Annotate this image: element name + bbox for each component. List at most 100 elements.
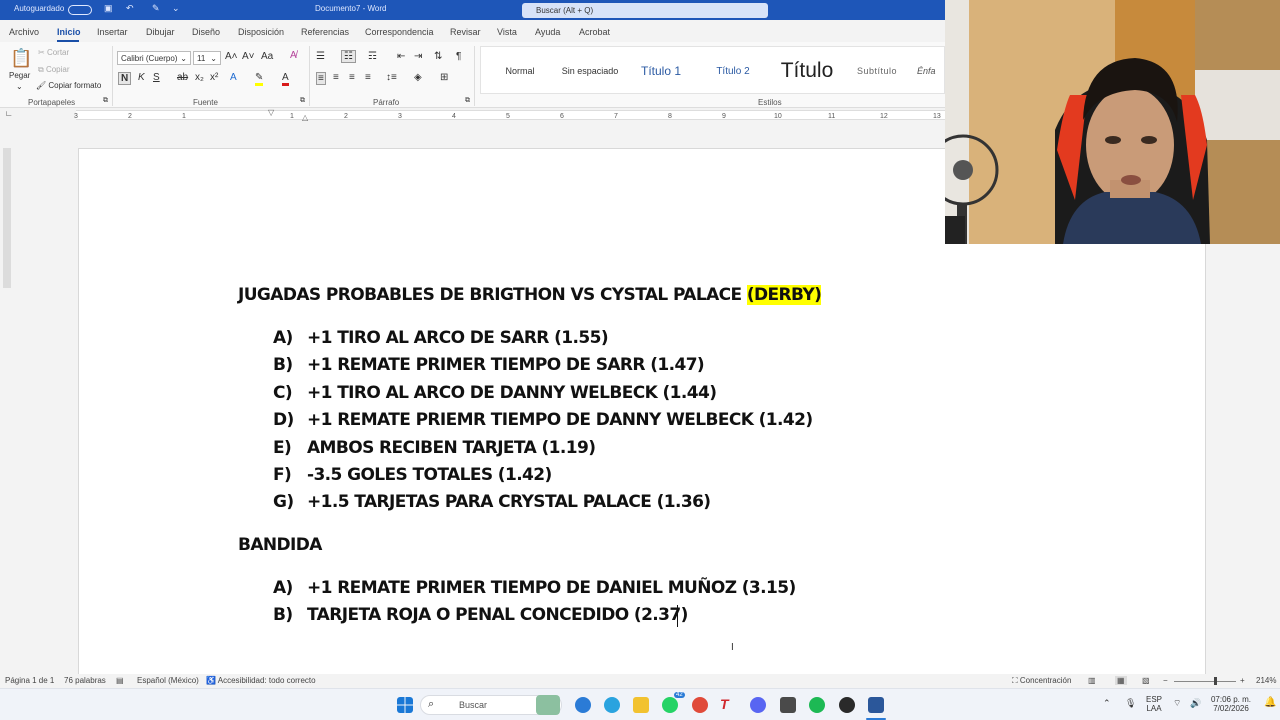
show-hidden-icons[interactable]: ⌃	[1103, 698, 1111, 709]
read-mode-icon[interactable]: ▥	[1088, 676, 1096, 685]
list-item[interactable]: A)	[273, 328, 293, 348]
paste-dropdown-icon[interactable]: ⌄	[16, 82, 23, 91]
paragraph-launcher-icon[interactable]: ⧉	[465, 97, 470, 105]
list-item[interactable]: B)	[273, 355, 293, 375]
tab-correspondencia[interactable]: Correspondencia	[365, 27, 434, 37]
paste-button[interactable]: Pegar	[9, 71, 30, 80]
bullets-icon[interactable]: ☰	[316, 51, 325, 62]
discord-icon[interactable]	[750, 697, 766, 713]
font-launcher-icon[interactable]: ⧉	[300, 97, 305, 105]
tab-ayuda[interactable]: Ayuda	[535, 27, 560, 37]
italic-icon[interactable]: K	[138, 72, 145, 83]
line-spacing-icon[interactable]: ↕≡	[386, 72, 397, 83]
tab-archivo[interactable]: Archivo	[9, 27, 39, 37]
subscript-icon[interactable]: x₂	[195, 72, 204, 83]
list-item[interactable]: F)	[273, 465, 292, 485]
accessibility-status[interactable]: ♿ Accesibilidad: todo correcto	[206, 676, 316, 685]
change-case-icon[interactable]: Aa	[261, 51, 273, 62]
tab-referencias[interactable]: Referencias	[301, 27, 349, 37]
increase-indent-icon[interactable]: ⇥	[414, 51, 422, 62]
chrome-icon[interactable]	[692, 697, 708, 713]
zoom-out-icon[interactable]: −	[1163, 676, 1168, 685]
highlight-icon[interactable]: ✎	[255, 72, 264, 86]
list-item-text[interactable]: +1 REMATE PRIMER TIEMPO DE SARR (1.47)	[307, 355, 705, 375]
justify-icon[interactable]: ≡	[365, 72, 371, 83]
list-item-text[interactable]: AMBOS RECIBEN TARJETA (1.19)	[307, 438, 596, 458]
style-normal[interactable]: Normal	[495, 55, 545, 87]
tab-acrobat[interactable]: Acrobat	[579, 27, 610, 37]
word-icon[interactable]	[868, 697, 884, 713]
notification-icon[interactable]: 🔔	[1264, 697, 1276, 708]
language-indicator[interactable]: ESP LAA	[1143, 695, 1165, 713]
pen-icon[interactable]: ✎	[152, 3, 160, 14]
shrink-font-icon[interactable]: A˅	[242, 51, 255, 62]
style-emphasis[interactable]: Énfa	[917, 55, 945, 87]
word-count-status[interactable]: 76 palabras	[64, 676, 106, 685]
section-heading[interactable]: BANDIDA	[238, 535, 322, 555]
document-heading[interactable]: JUGADAS PROBABLES DE BRIGTHON VS CYSTAL …	[238, 285, 822, 305]
print-layout-icon[interactable]: ▦	[1115, 676, 1127, 685]
tab-selector-icon[interactable]: ∟	[5, 109, 13, 118]
whatsapp-icon[interactable]	[662, 697, 678, 713]
numbering-icon[interactable]: ☷	[341, 50, 356, 63]
save-icon[interactable]: ▣	[104, 3, 113, 14]
cut-button[interactable]: ✂ Cortar	[38, 48, 69, 57]
calculator-icon[interactable]	[780, 697, 796, 713]
format-painter-button[interactable]: 🖌 Copiar formato	[36, 81, 101, 90]
font-size-select[interactable]: 11 ⌄	[193, 51, 221, 65]
page-count-status[interactable]: Página 1 de 1	[5, 676, 54, 685]
clipboard-launcher-icon[interactable]: ⧉	[103, 97, 108, 105]
autosave-toggle[interactable]	[68, 5, 92, 15]
telegram-icon[interactable]	[604, 697, 620, 713]
widget-icon[interactable]	[536, 695, 560, 715]
list-item[interactable]: G)	[273, 492, 294, 512]
shading-icon[interactable]: ◈	[414, 72, 422, 83]
web-layout-icon[interactable]: ▧	[1142, 676, 1150, 685]
grow-font-icon[interactable]: A˄	[225, 51, 238, 62]
obs-icon[interactable]	[839, 697, 855, 713]
list-item-text[interactable]: TARJETA ROJA O PENAL CONCEDIDO (2.37)	[307, 605, 688, 625]
align-center-icon[interactable]: ≡	[333, 72, 339, 83]
clock[interactable]: 07:06 p. m. 7/02/2026	[1206, 695, 1256, 713]
zoom-level[interactable]: 214%	[1256, 676, 1276, 685]
tab-revisar[interactable]: Revisar	[450, 27, 481, 37]
tab-inicio[interactable]: Inicio	[57, 27, 81, 37]
paste-icon[interactable]: 📋	[10, 48, 32, 69]
align-right-icon[interactable]: ≡	[349, 72, 355, 83]
spotify-icon[interactable]	[809, 697, 825, 713]
microphone-icon[interactable]: 🎙	[1125, 698, 1136, 709]
list-item-text[interactable]: +1 TIRO AL ARCO DE SARR (1.55)	[307, 328, 609, 348]
bold-icon[interactable]: N	[118, 72, 132, 85]
wifi-icon[interactable]: ⌔	[1173, 698, 1181, 709]
left-indent-marker[interactable]: △	[302, 113, 308, 122]
underline-icon[interactable]: S	[153, 72, 160, 83]
style-heading-2[interactable]: Título 2	[705, 55, 761, 87]
list-item[interactable]: D)	[273, 410, 294, 430]
windows-start-icon[interactable]	[397, 697, 413, 713]
tab-diseno[interactable]: Diseño	[192, 27, 220, 37]
undo-icon[interactable]: ↶	[126, 3, 134, 14]
tab-dibujar[interactable]: Dibujar	[146, 27, 175, 37]
tab-insertar[interactable]: Insertar	[97, 27, 128, 37]
text-effects-icon[interactable]: A	[230, 72, 237, 83]
list-item-text[interactable]: +1 REMATE PRIMER TIEMPO DE DANIEL MUÑOZ …	[307, 578, 796, 598]
sort-icon[interactable]: ⇅	[434, 51, 442, 62]
zoom-slider-thumb[interactable]	[1214, 677, 1217, 685]
zoom-slider[interactable]	[1174, 681, 1236, 682]
title-search-input[interactable]: Buscar (Alt + Q)	[522, 3, 768, 18]
edge-icon[interactable]	[575, 697, 591, 713]
typora-icon[interactable]: T	[720, 696, 729, 712]
list-item-text[interactable]: +1 REMATE PRIEMR TIEMPO DE DANNY WELBECK…	[307, 410, 813, 430]
list-item[interactable]: B)	[273, 605, 293, 625]
language-status[interactable]: Español (México)	[137, 676, 199, 685]
multilevel-list-icon[interactable]: ☶	[368, 51, 377, 62]
file-explorer-icon[interactable]	[633, 697, 649, 713]
align-left-icon[interactable]: ≡	[316, 72, 326, 85]
volume-icon[interactable]: 🔊	[1190, 698, 1201, 709]
show-marks-icon[interactable]: ¶	[456, 51, 461, 62]
style-subtitle[interactable]: Subtítulo	[849, 55, 905, 87]
zoom-in-icon[interactable]: +	[1240, 676, 1245, 685]
customize-arrow-icon[interactable]: ⌄	[172, 3, 180, 14]
first-line-indent-marker[interactable]: ▽	[268, 108, 274, 117]
clear-format-icon[interactable]: A̸	[290, 50, 297, 61]
